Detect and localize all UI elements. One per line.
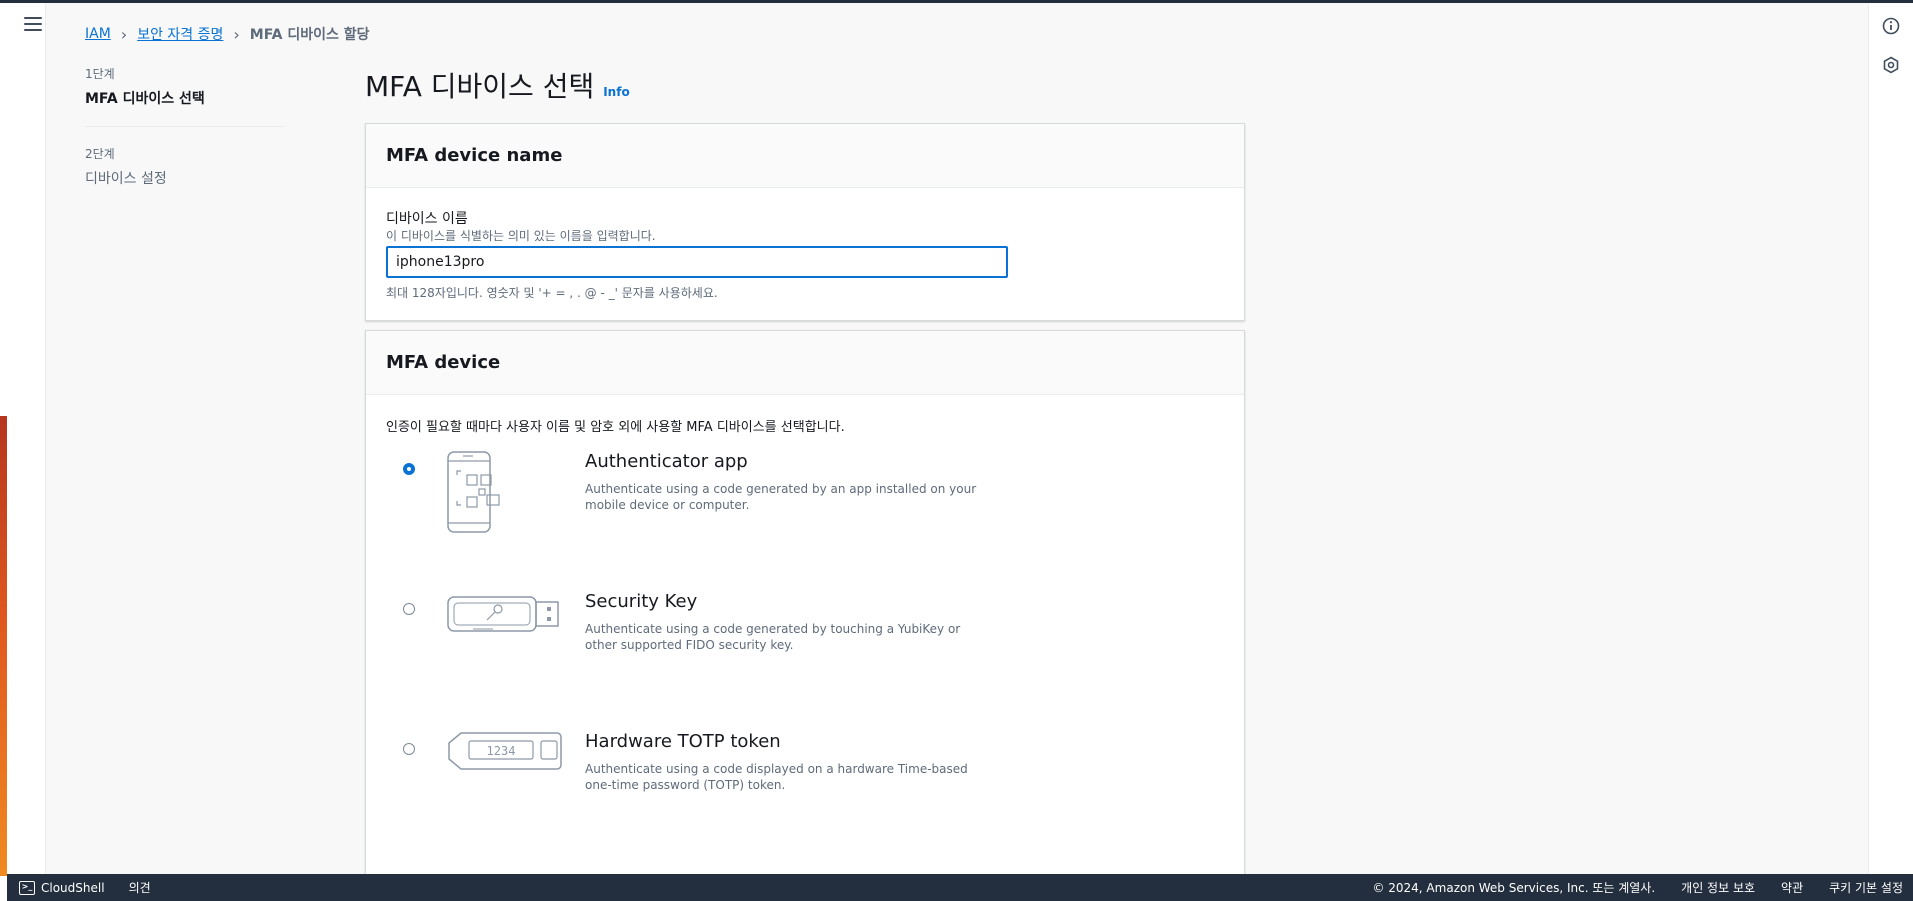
privacy-link[interactable]: 개인 정보 보호	[1681, 879, 1755, 896]
step-2-number: 2단계	[85, 147, 115, 161]
breadcrumb-current: MFA 디바이스 할당	[249, 27, 370, 43]
page-title: MFA 디바이스 선택	[365, 70, 595, 103]
step-1-title: MFA 디바이스 선택	[85, 91, 205, 107]
copyright-text: © 2024, Amazon Web Services, Inc. 또는 계열사…	[1372, 881, 1656, 895]
radio-security-key[interactable]	[403, 603, 415, 615]
device-name-label: 디바이스 이름	[386, 211, 468, 227]
option-title: Authenticator app	[585, 451, 748, 472]
page-title-container: MFA 디바이스 선택 Info	[365, 65, 630, 105]
step-1-number: 1단계	[85, 67, 115, 81]
mfa-device-card: MFA device 인증이 필요할 때마다 사용자 이름 및 암호 외에 사용…	[365, 330, 1245, 878]
console-footer: >_ CloudShell 의견 © 2024, Amazon Web Serv…	[7, 874, 1913, 901]
terms-link[interactable]: 약관	[1781, 879, 1803, 896]
device-name-header: MFA device name	[366, 124, 1244, 188]
hamburger-menu-icon[interactable]	[24, 17, 42, 33]
cloudshell-icon: >_	[19, 880, 35, 895]
desktop-edge	[0, 416, 7, 876]
breadcrumb: IAM › 보안 자격 증명 › MFA 디바이스 할당	[85, 24, 370, 44]
left-navigation-rail	[7, 3, 46, 874]
cloudshell-button[interactable]: CloudShell	[41, 881, 105, 895]
device-name-constraint: 최대 128자입니다. 영숫자 및 '+ = , . @ - _' 문자를 사용…	[386, 286, 718, 300]
phone-qr-icon	[447, 451, 500, 533]
main-content: IAM › 보안 자격 증명 › MFA 디바이스 할당 1단계 MFA 디바이…	[46, 3, 1868, 878]
mfa-device-header: MFA device	[366, 331, 1244, 395]
option-security-key[interactable]: Security Key Authenticate using a code g…	[366, 591, 1244, 691]
option-title: Hardware TOTP token	[585, 731, 781, 752]
info-circle-icon[interactable]	[1882, 17, 1900, 35]
security-key-icon	[447, 596, 559, 632]
wizard-steps: 1단계 MFA 디바이스 선택 2단계 디바이스 설정	[85, 65, 285, 188]
feedback-button[interactable]: 의견	[129, 879, 151, 896]
device-name-card: MFA device name 디바이스 이름 이 디바이스를 식별하는 의미 …	[365, 123, 1245, 321]
option-title: Security Key	[585, 591, 698, 612]
radio-hardware-totp[interactable]	[403, 743, 415, 755]
right-utility-rail	[1868, 3, 1913, 874]
option-hardware-totp[interactable]: 1234 Hardware TOTP token Authenticate us…	[366, 731, 1244, 831]
token-display: 1234	[487, 744, 516, 758]
option-description: Authenticate using a code generated by t…	[585, 622, 961, 652]
chevron-right-icon: ›	[120, 24, 128, 44]
option-description: Authenticate using a code generated by a…	[585, 482, 977, 512]
radio-authenticator-app[interactable]	[403, 463, 415, 475]
device-name-description: 이 디바이스를 식별하는 의미 있는 이름을 입력합니다.	[386, 229, 656, 243]
step-divider	[85, 126, 285, 127]
settings-hexagon-icon[interactable]	[1882, 56, 1900, 74]
totp-token-icon: 1234	[448, 732, 562, 770]
step-2-title: 디바이스 설정	[85, 171, 167, 187]
mfa-device-description: 인증이 필요할 때마다 사용자 이름 및 암호 외에 사용할 MFA 디바이스를…	[386, 420, 845, 435]
info-link[interactable]: Info	[603, 85, 629, 99]
breadcrumb-security-credentials[interactable]: 보안 자격 증명	[137, 24, 223, 44]
breadcrumb-iam[interactable]: IAM	[85, 26, 111, 42]
cookie-preferences-link[interactable]: 쿠키 기본 설정	[1829, 879, 1903, 896]
chevron-right-icon: ›	[233, 24, 240, 44]
option-description: Authenticate using a code displayed on a…	[585, 762, 968, 792]
device-name-input[interactable]	[386, 246, 1008, 278]
option-authenticator-app[interactable]: Authenticator app Authenticate using a c…	[366, 451, 1244, 551]
